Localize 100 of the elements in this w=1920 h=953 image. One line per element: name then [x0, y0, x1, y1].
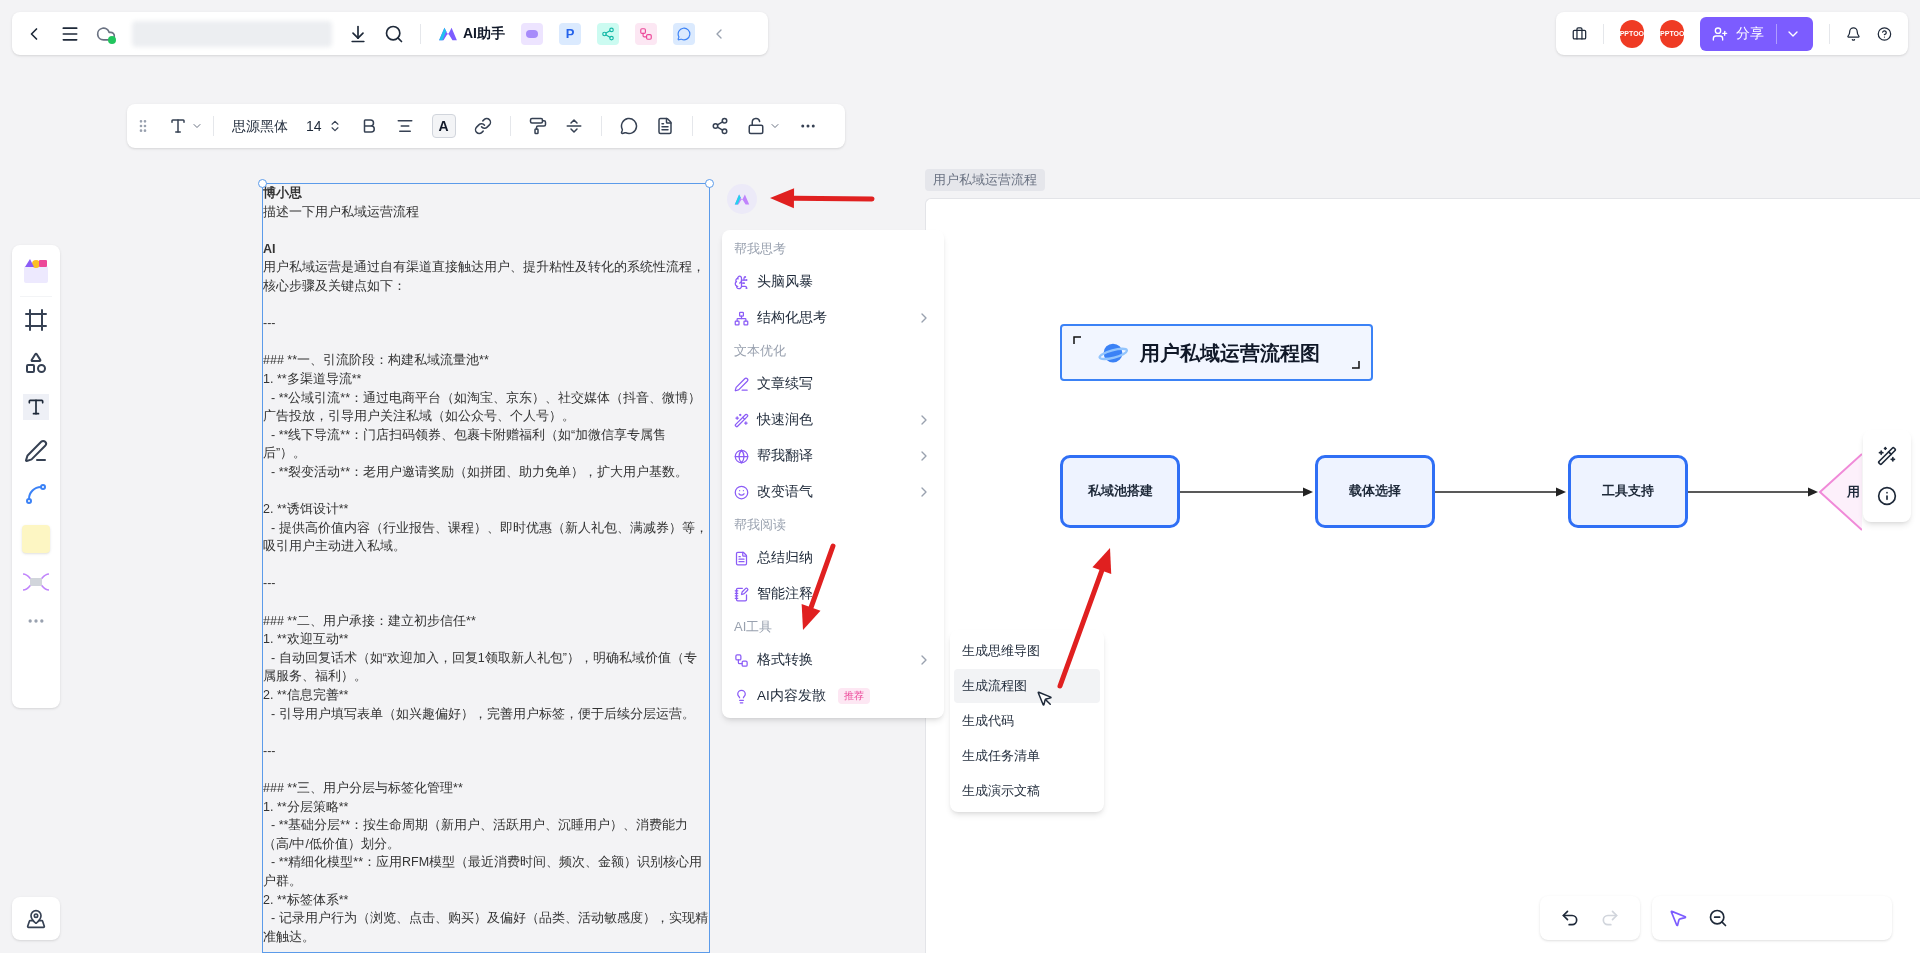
text-line: ### **二、用户承接：建立初步信任**: [263, 612, 477, 630]
resize-handle[interactable]: [705, 179, 714, 188]
format-painter-icon[interactable]: [528, 117, 547, 135]
lightbulb-icon: [734, 688, 749, 704]
text-line: 描述一下用户私域运营流程: [263, 203, 420, 221]
process-node[interactable]: 载体选择: [1315, 455, 1435, 528]
text-line: - **线下导流**：门店扫码领券、包裹卡附赠福利（如“加微信享专属售后”）。: [263, 426, 668, 463]
text-line: 博小思: [263, 185, 303, 202]
zoom-out-icon[interactable]: [1708, 908, 1728, 928]
text-line: - **精细化模型**：应用RFM模型（最近消费时间、频次、金额）识别核心用户群。: [263, 854, 704, 890]
comment-icon[interactable]: [619, 117, 638, 135]
corner-bracket-icon: [1352, 361, 1360, 369]
text-style-icon[interactable]: [169, 117, 203, 135]
menu-item-label: 头脑风暴: [757, 272, 813, 291]
text-line: 2. **信息完善**: [263, 687, 350, 705]
menu-item[interactable]: 格式转换: [726, 642, 940, 678]
process-node[interactable]: 工具支持: [1568, 455, 1688, 528]
brain-icon: [734, 274, 749, 290]
text-line: - 提供高价值内容（行业报告、课程）、即时优惠（新人礼包、满减券）等，吸引用户主动进入私域。: [263, 519, 709, 556]
diagram-title: 用户私域运营流程图: [1140, 340, 1320, 366]
menu-item[interactable]: 智能注释: [726, 576, 940, 612]
menu-item-label: 快速润色: [757, 410, 813, 429]
process-node[interactable]: 私域池搭建: [1060, 455, 1180, 528]
chat-app-icon[interactable]: [673, 22, 695, 45]
link-icon[interactable]: [473, 117, 492, 135]
align-icon[interactable]: [395, 117, 414, 135]
menu-item-label: 智能注释: [757, 584, 813, 603]
text-line: - **公域引流**：通过电商平台（如淘宝、京东）、社交媒体（抖音、微博）广告投放，引导用户关注私域（如公众号、个人号）。: [263, 389, 703, 426]
connector-icon[interactable]: [24, 482, 48, 506]
text-line: - 引导用户填写表单（如兴趣偏好），完善用户标签，便于后续分层运营。: [270, 705, 696, 723]
menu-item-label: 文章续写: [757, 374, 813, 393]
undo-icon[interactable]: [1560, 908, 1580, 928]
submenu-item[interactable]: 生成演示文稿: [954, 774, 1100, 808]
menu-section-title: 文本优化: [733, 342, 787, 361]
font-size-select[interactable]: 14: [306, 115, 322, 137]
menu-item[interactable]: 头脑风暴: [726, 264, 940, 300]
network-icon: [734, 310, 749, 326]
font-family-select[interactable]: 思源黑体: [232, 115, 288, 137]
globe-icon: [734, 448, 749, 464]
text-line: ---: [263, 575, 277, 593]
document-icon: [734, 550, 749, 566]
text-color-button[interactable]: A: [431, 114, 456, 138]
spacing-icon[interactable]: [564, 117, 583, 135]
frame-label[interactable]: 用户私域运营流程: [925, 169, 1045, 191]
menu-item[interactable]: AI内容发散 推荐: [726, 678, 940, 714]
download-icon[interactable]: [348, 23, 368, 44]
submenu-item[interactable]: 生成思维导图: [954, 634, 1100, 668]
text-line: ### **三、用户分层与标签化管理**: [263, 780, 464, 797]
text-line: - **裂变活动**：老用户邀请奖励（如拼团、助力免单），扩大用户基数。: [270, 463, 690, 481]
submenu-item[interactable]: 生成任务清单: [954, 739, 1100, 773]
smile-icon: [734, 484, 749, 500]
text-line: 1. **欢迎互动**: [263, 631, 350, 649]
search-icon[interactable]: [384, 23, 404, 44]
pen-icon: [734, 376, 749, 392]
submenu-item[interactable]: 生成代码: [954, 704, 1100, 738]
text-tool-icon[interactable]: [23, 394, 49, 420]
workflow-icon: [734, 652, 749, 668]
connect-icon[interactable]: [710, 117, 729, 135]
template-icon[interactable]: [22, 257, 50, 285]
menu-item[interactable]: 改变语气: [726, 474, 940, 510]
pointer-icon[interactable]: [1668, 908, 1688, 928]
menu-item-label: 改变语气: [757, 482, 813, 501]
menu-section-title: 帮我思考: [733, 240, 787, 259]
submenu-item[interactable]: 生成流程图: [954, 669, 1100, 703]
image-app-icon[interactable]: [521, 22, 543, 45]
lock-icon[interactable]: [746, 117, 781, 135]
ai-logo-icon: [437, 25, 459, 42]
ai-assistant-button[interactable]: AI助手: [437, 23, 505, 44]
text-line: 2. **诱饵设计**: [263, 501, 350, 519]
text-line: - **基础分层**：按生命周期（新用户、活跃用户、沉睡用户）、消费能力（高/中/低价值）划分。: [263, 817, 690, 853]
shapes-icon[interactable]: [24, 351, 48, 375]
menu-item[interactable]: 文章续写: [726, 366, 940, 402]
text-line: ### **一、引流阶段：构建私域流量池**: [263, 352, 490, 370]
flowchart-app-icon[interactable]: [635, 22, 657, 45]
decision-node[interactable]: [1818, 452, 1862, 532]
title-node[interactable]: 用户私域运营流程图: [1060, 324, 1373, 381]
text-line: - 记录用户行为（浏览、点击、购买）及偏好（品类、活动敏感度），实现精准触达。: [263, 910, 709, 946]
wand-icon: [734, 412, 749, 428]
resize-handle[interactable]: [258, 179, 267, 188]
text-line: AI: [263, 240, 277, 258]
map-icon[interactable]: [26, 908, 46, 929]
text-line: - 自动回复话术（如“欢迎加入，回复1领取新人礼包”），明确私域价值（专属服务、福利）。: [263, 649, 698, 686]
frame-icon[interactable]: [24, 308, 48, 332]
menu-item[interactable]: 帮我翻译: [726, 438, 940, 474]
note-icon[interactable]: [655, 117, 674, 135]
menu-item[interactable]: 结构化思考: [726, 300, 940, 336]
menu-item[interactable]: 快速润色: [726, 402, 940, 438]
menu-section-title: AI工具: [733, 618, 774, 637]
magic-wand-icon[interactable]: [1877, 446, 1897, 466]
mindmap-icon[interactable]: [22, 572, 50, 592]
recommend-badge: 推荐: [837, 688, 870, 704]
ai-logo-icon: [733, 192, 751, 206]
menu-item[interactable]: 总结归纳: [726, 540, 940, 576]
share-button[interactable]: 分享: [1700, 16, 1814, 51]
p-app-icon[interactable]: P: [559, 22, 581, 45]
decision-label: 用: [1847, 484, 1860, 501]
menu-item-label: 格式转换: [757, 650, 813, 669]
pen-icon[interactable]: [24, 439, 48, 463]
info-icon[interactable]: [1877, 486, 1897, 506]
menu-item-label: 总结归纳: [757, 548, 813, 567]
